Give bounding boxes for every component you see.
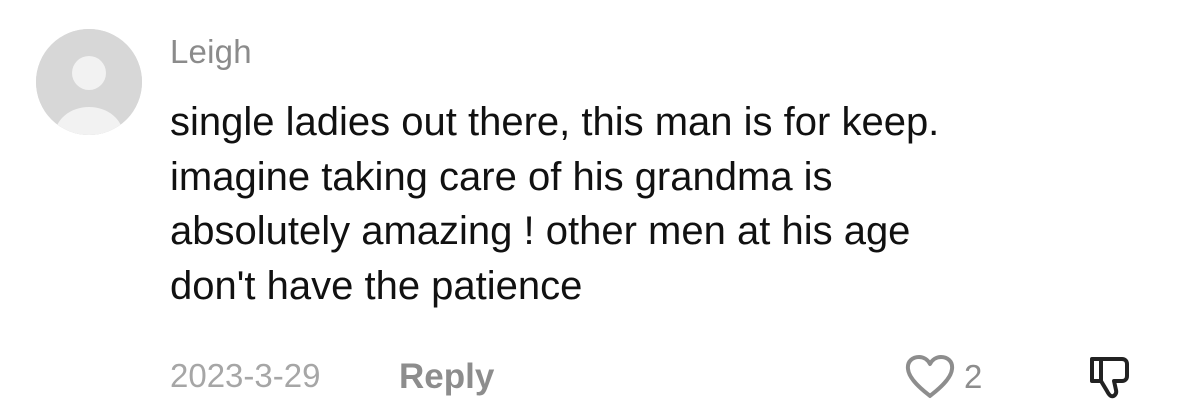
comment-text-line: imagine taking care of his grandma is bbox=[170, 154, 833, 199]
like-count: 2 bbox=[964, 358, 983, 395]
comment-author[interactable]: Leigh bbox=[170, 33, 252, 71]
heart-outline-icon bbox=[905, 355, 955, 398]
comment-date: 2023-3-29 bbox=[170, 357, 321, 394]
avatar[interactable] bbox=[36, 29, 142, 135]
comment-text-line: single ladies out there, this man is for… bbox=[170, 100, 940, 144]
comment-text: single ladies out there, this man is for… bbox=[170, 95, 1170, 313]
comment-item: Leigh single ladies out there, this man … bbox=[0, 0, 1179, 410]
thumbs-down-icon bbox=[1090, 357, 1129, 399]
like-button[interactable]: 2 bbox=[904, 354, 982, 400]
default-avatar-icon bbox=[36, 29, 142, 135]
comment-text-line: absolutely amazing ! other men at his ag… bbox=[170, 209, 911, 253]
reply-button[interactable]: Reply bbox=[399, 357, 494, 397]
comment-text-line: don't have the patience bbox=[170, 263, 583, 308]
dislike-button[interactable] bbox=[1086, 354, 1132, 405]
